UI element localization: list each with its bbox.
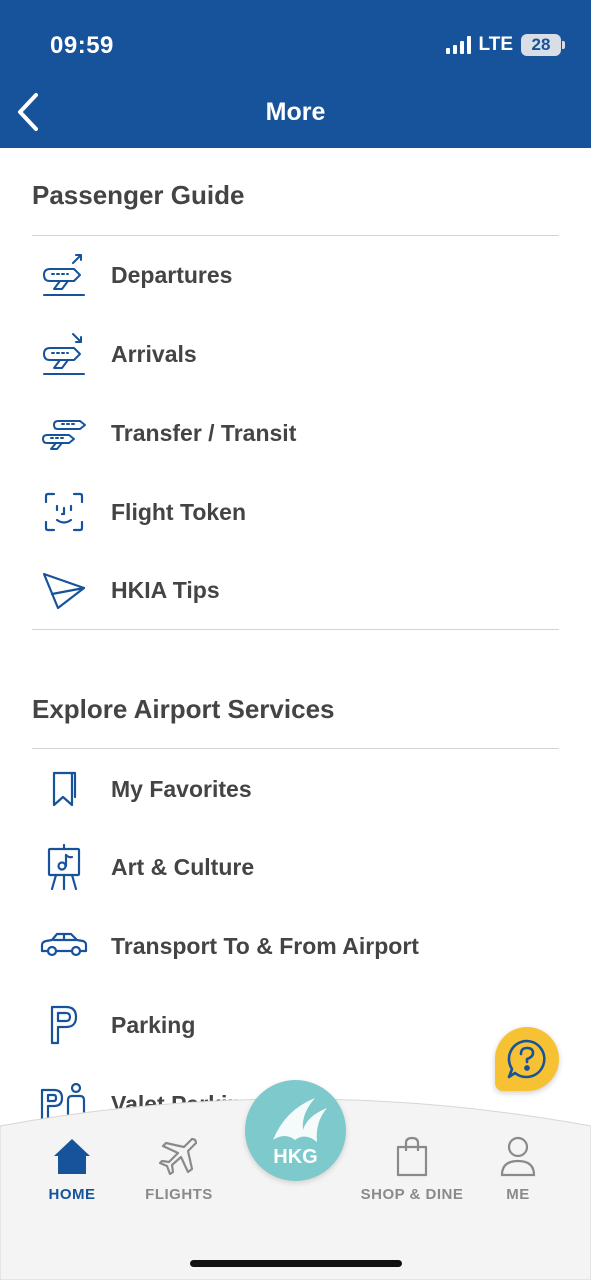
- divider: [32, 235, 559, 236]
- hkg-home-button[interactable]: HKG: [245, 1080, 346, 1181]
- list-item-label: Departures: [111, 261, 233, 288]
- tab-label: FLIGHTS: [145, 1186, 213, 1203]
- tab-label: SHOP & DINE: [360, 1186, 464, 1203]
- tab-home[interactable]: HOME: [17, 1134, 127, 1203]
- car-icon: [40, 922, 88, 970]
- list-item-departures[interactable]: Departures: [0, 240, 591, 310]
- list-item-label: HKIA Tips: [111, 576, 220, 603]
- section-title-passenger-guide: Passenger Guide: [32, 180, 245, 210]
- person-icon: [500, 1136, 536, 1177]
- plane-departure-icon: [40, 251, 88, 299]
- list-item-label: Flight Token: [111, 498, 247, 525]
- plane-transfer-icon: [40, 409, 88, 457]
- list-item-transport[interactable]: Transport To & From Airport: [0, 911, 591, 981]
- parking-icon: [40, 1001, 88, 1049]
- list-item-label: Transfer / Transit: [111, 419, 297, 446]
- page-title: More: [265, 98, 326, 126]
- section-title-explore-airport-services: Explore Airport Services: [32, 694, 335, 724]
- hkg-label: HKG: [273, 1146, 318, 1168]
- tab-label: ME: [506, 1186, 530, 1203]
- tab-me[interactable]: ME: [463, 1134, 573, 1203]
- list-item-hkia-tips[interactable]: HKIA Tips: [0, 555, 591, 625]
- more-list[interactable]: Passenger Guide Departures Arrivals Tran…: [0, 148, 591, 1128]
- list-item-label: My Favorites: [111, 775, 252, 802]
- network-type: LTE: [478, 34, 513, 55]
- list-item-my-favorites[interactable]: My Favorites: [0, 754, 591, 824]
- help-chat-icon: [507, 1039, 546, 1079]
- paper-plane-icon: [40, 566, 88, 614]
- bookmark-icon: [40, 765, 88, 813]
- list-item-arrivals[interactable]: Arrivals: [0, 319, 591, 389]
- airplane-icon: [158, 1137, 198, 1176]
- easel-icon: [40, 843, 88, 891]
- list-item-label: Art & Culture: [111, 853, 255, 880]
- signal-icon: [445, 36, 471, 54]
- list-item-label: Arrivals: [111, 340, 197, 367]
- divider: [32, 748, 559, 749]
- status-indicators: LTE 28: [445, 34, 565, 56]
- list-item-label: Parking: [111, 1011, 196, 1038]
- status-time: 09:59: [50, 32, 114, 59]
- shopping-bag-icon: [396, 1136, 428, 1177]
- face-scan-icon: [40, 488, 88, 536]
- app-header: 09:59 LTE 28 More: [0, 0, 591, 148]
- list-item-transfer-transit[interactable]: Transfer / Transit: [0, 398, 591, 468]
- list-item-art-culture[interactable]: Art & Culture: [0, 832, 591, 902]
- divider: [32, 629, 559, 630]
- list-item-label: Transport To & From Airport: [111, 932, 419, 959]
- home-icon: [54, 1139, 90, 1174]
- home-indicator: [190, 1260, 402, 1267]
- list-item-flight-token[interactable]: Flight Token: [0, 477, 591, 547]
- plane-arrival-icon: [40, 330, 88, 378]
- tab-shop-dine[interactable]: SHOP & DINE: [357, 1134, 467, 1203]
- battery-icon: 28: [521, 34, 565, 56]
- tab-label: HOME: [48, 1186, 96, 1203]
- tab-flights[interactable]: FLIGHTS: [124, 1134, 234, 1203]
